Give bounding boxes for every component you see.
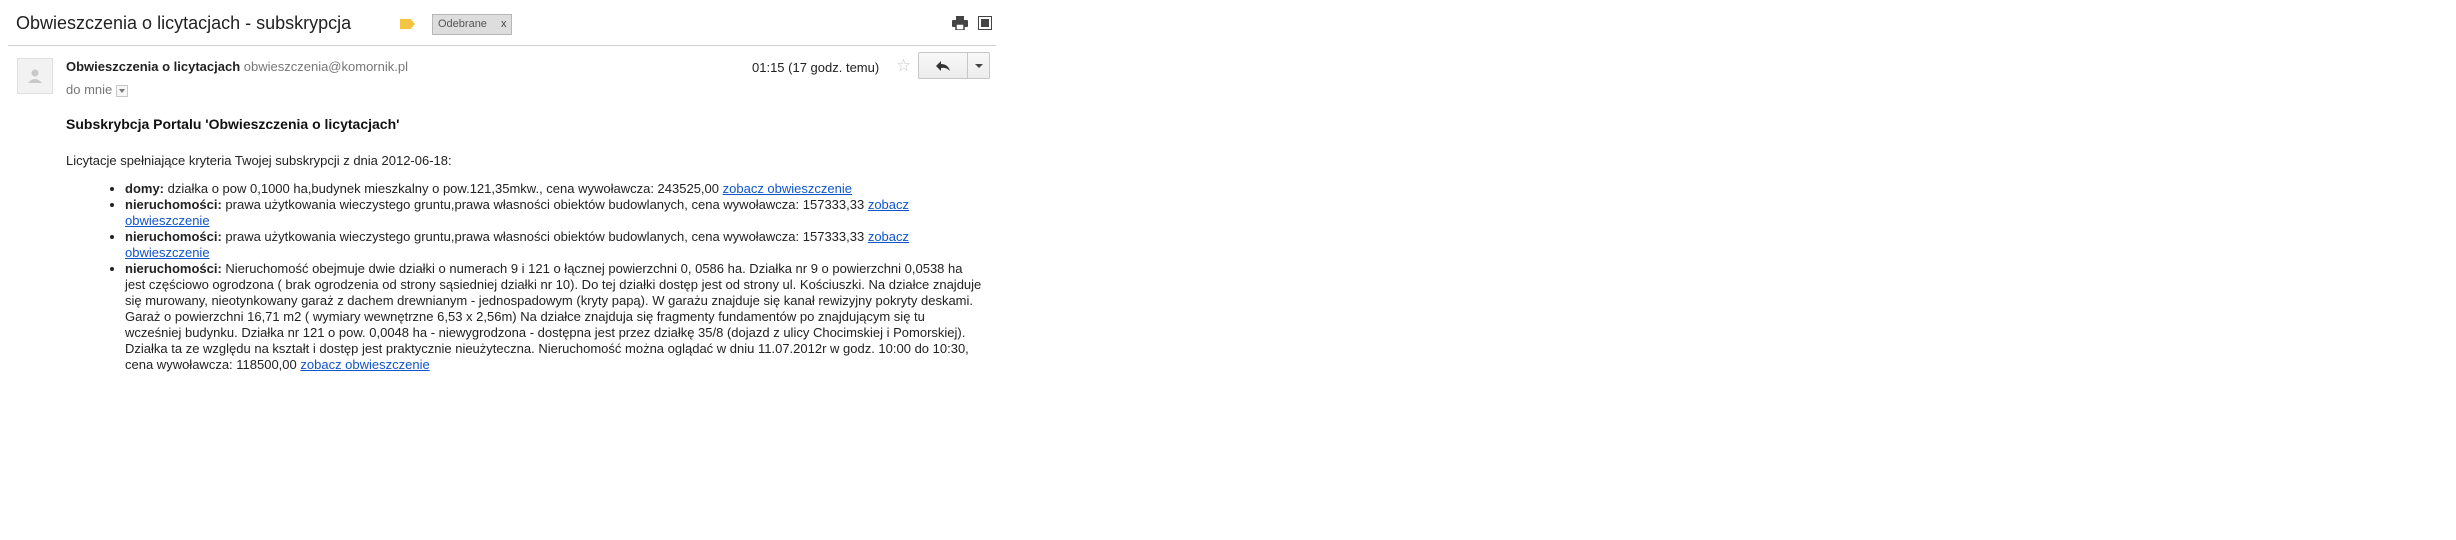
print-icon[interactable] [952,16,968,35]
important-label-icon[interactable] [400,19,415,29]
listing-description: działka o pow 0,1000 ha,budynek mieszkal… [164,181,723,196]
listing-category: nieruchomości: [125,261,222,276]
reply-button-group [918,52,990,79]
list-item: domy: działka o pow 0,1000 ha,budynek mi… [125,181,984,197]
listing-description: Nieruchomość obejmuje dwie działki o num… [125,261,982,372]
more-actions-button[interactable] [968,52,990,79]
avatar [17,58,53,94]
list-item: nieruchomości: Nieruchomość obejmuje dwi… [125,261,984,373]
remove-label-button[interactable]: x [501,18,507,30]
listing-category: nieruchomości: [125,197,222,212]
sender-info: Obwieszczenia o licytacjach obwieszczeni… [66,59,408,74]
list-item: nieruchomości: prawa użytkowania wieczys… [125,229,984,261]
recipient-line: do mnie [66,82,129,97]
star-icon[interactable]: ☆ [896,57,911,74]
subject-bar: Obwieszczenia o licytacjach - subskrypcj… [8,0,996,46]
recipient-text: do mnie [66,82,113,97]
listing-list: domy: działka o pow 0,1000 ha,budynek mi… [66,181,984,373]
list-item: nieruchomości: prawa użytkowania wieczys… [125,197,984,229]
listing-description: prawa użytkowania wieczystego gruntu,pra… [221,229,868,244]
show-details-toggle[interactable] [116,84,129,97]
reply-button[interactable] [918,52,968,79]
body-intro: Licytacje spełniające kryteria Twojej su… [66,153,452,168]
body-title: Subskrybcja Portalu 'Obwieszczenia o lic… [66,116,400,132]
new-window-icon[interactable] [978,16,992,35]
sender-name[interactable]: Obwieszczenia o licytacjach [66,59,240,74]
message-body: Subskrybcja Portalu 'Obwieszczenia o lic… [66,116,984,373]
inbox-label-text: Odebrane [438,18,487,30]
listing-category: nieruchomości: [125,229,222,244]
email-subject: Obwieszczenia o licytacjach - subskrypcj… [16,13,352,33]
listing-link[interactable]: zobacz obwieszczenie [300,357,429,372]
person-icon [28,69,42,83]
message-time: 01:15 (17 godz. temu) [752,60,880,75]
sender-email: obwieszczenia@komornik.pl [243,59,408,74]
inbox-label-chip: Odebrane x [432,14,513,35]
reply-icon [936,60,950,71]
listing-link[interactable]: zobacz obwieszczenie [723,181,852,196]
chevron-down-icon [974,63,983,68]
listing-description: prawa użytkowania wieczystego gruntu,pra… [221,197,868,212]
listing-category: domy: [125,181,164,196]
